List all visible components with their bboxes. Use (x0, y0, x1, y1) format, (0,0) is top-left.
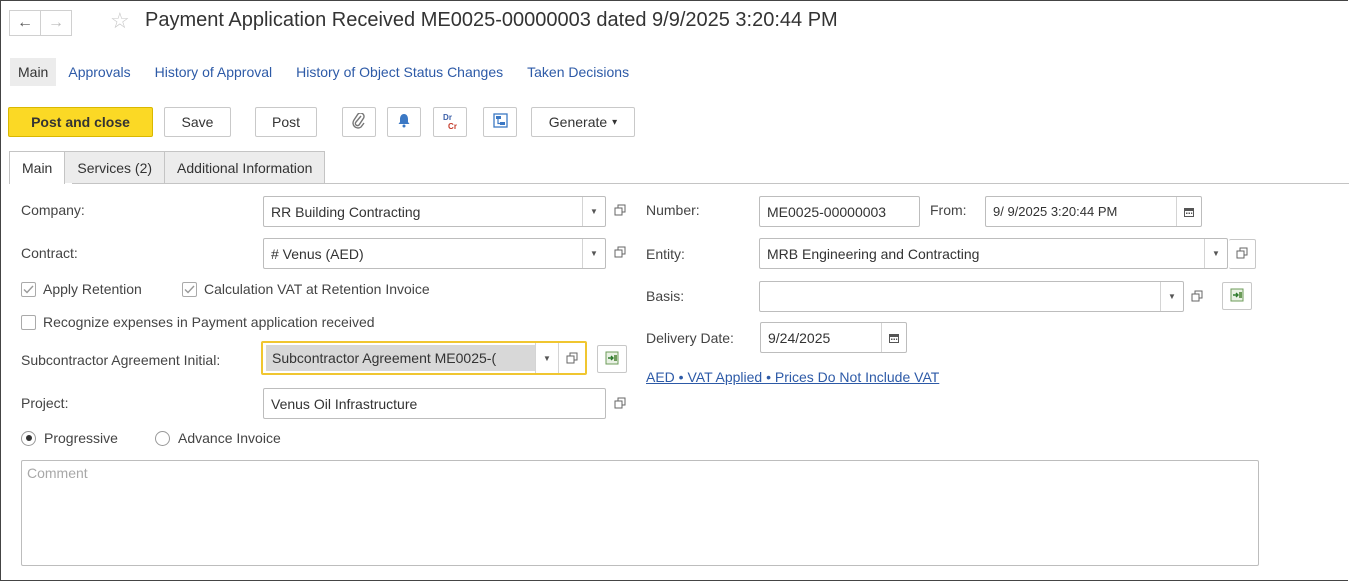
subcontractor-agreement-value: Subcontractor Agreement ME0025-( (266, 345, 535, 371)
dr-label: Dr (443, 113, 452, 122)
dropdown-arrow-icon[interactable]: ▼ (582, 239, 605, 268)
advance-invoice-label: Advance Invoice (178, 430, 281, 446)
checkmark-icon (21, 281, 36, 297)
company-field[interactable]: RR Building Contracting ▼ (263, 196, 606, 227)
progressive-radio[interactable]: Progressive (21, 430, 118, 446)
select-basis-button[interactable] (1222, 282, 1252, 310)
contract-value: # Venus (AED) (271, 245, 364, 262)
dropdown-arrow-icon[interactable]: ▼ (1204, 239, 1227, 268)
paperclip-icon (352, 111, 366, 132)
from-date-field[interactable]: 9/ 9/2025 3:20:44 PM (985, 196, 1202, 227)
delivery-date-value: 9/24/2025 (768, 329, 831, 346)
nav-history-status-changes[interactable]: History of Object Status Changes (296, 64, 503, 80)
nav-history-of-approval[interactable]: History of Approval (155, 64, 273, 80)
project-field[interactable]: Venus Oil Infrastructure (263, 388, 606, 419)
open-icon[interactable] (613, 396, 627, 410)
checkmark-icon (182, 281, 197, 297)
advance-invoice-radio[interactable]: Advance Invoice (155, 430, 281, 446)
calendar-icon[interactable] (1176, 197, 1201, 226)
project-value: Venus Oil Infrastructure (271, 395, 418, 412)
post-and-close-button[interactable]: Post and close (8, 107, 153, 137)
generate-button[interactable]: Generate ▾ (531, 107, 635, 137)
contract-label: Contract: (21, 245, 78, 261)
bell-icon (397, 113, 411, 131)
calculation-vat-label: Calculation VAT at Retention Invoice (204, 281, 430, 297)
project-label: Project: (21, 395, 69, 411)
forward-arrow-icon: → (48, 14, 64, 31)
checkbox-box (21, 314, 36, 330)
section-nav: Main Approvals History of Approval Histo… (10, 58, 641, 86)
number-label: Number: (646, 202, 700, 218)
save-button[interactable]: Save (164, 107, 231, 137)
vat-settings-link[interactable]: AED • VAT Applied • Prices Do Not Includ… (646, 369, 939, 385)
tab-services[interactable]: Services (2) (64, 151, 166, 183)
open-icon (1236, 246, 1248, 262)
open-icon[interactable] (1190, 289, 1204, 303)
tab-divider (72, 183, 1349, 184)
select-from-list-icon (1230, 288, 1244, 305)
back-arrow-icon: ← (17, 14, 33, 31)
delivery-date-field[interactable]: 9/24/2025 (760, 322, 907, 353)
nav-taken-decisions[interactable]: Taken Decisions (527, 64, 629, 80)
nav-approvals[interactable]: Approvals (68, 64, 130, 80)
dropdown-arrow-icon[interactable]: ▼ (1160, 282, 1183, 311)
basis-field[interactable]: ▼ (759, 281, 1184, 312)
tab-additional-information[interactable]: Additional Information (164, 151, 326, 183)
entity-label: Entity: (646, 246, 685, 262)
entity-value: MRB Engineering and Contracting (767, 245, 980, 262)
basis-label: Basis: (646, 288, 685, 304)
open-icon[interactable] (558, 343, 585, 373)
open-icon[interactable] (613, 203, 627, 217)
apply-retention-checkbox[interactable]: Apply Retention (21, 281, 142, 297)
select-agreement-button[interactable] (597, 345, 627, 373)
company-label: Company: (21, 202, 85, 218)
generate-label: Generate (548, 114, 608, 130)
cr-label: Cr (448, 122, 457, 131)
calculation-vat-checkbox[interactable]: Calculation VAT at Retention Invoice (182, 281, 430, 297)
progressive-label: Progressive (44, 430, 118, 446)
dropdown-arrow-icon[interactable]: ▼ (535, 343, 558, 373)
dr-cr-icon: Dr Cr (443, 113, 457, 131)
structure-icon (492, 113, 508, 131)
delivery-date-label: Delivery Date: (646, 330, 734, 346)
dr-cr-button[interactable]: Dr Cr (433, 107, 467, 137)
select-from-list-icon (605, 351, 619, 368)
from-date-value: 9/ 9/2025 3:20:44 PM (993, 204, 1118, 219)
chevron-down-icon: ▾ (612, 116, 618, 128)
subcontractor-agreement-field[interactable]: Subcontractor Agreement ME0025-( ▼ (261, 341, 587, 375)
from-label: From: (930, 202, 967, 218)
star-icon[interactable]: ☆ (110, 8, 130, 34)
page-title: Payment Application Received ME0025-0000… (145, 9, 838, 31)
recognize-expenses-checkbox[interactable]: Recognize expenses in Payment applicatio… (21, 314, 375, 330)
company-value: RR Building Contracting (271, 203, 421, 220)
number-value: ME0025-00000003 (767, 203, 887, 220)
forward-button[interactable]: → (40, 10, 72, 36)
dropdown-arrow-icon[interactable]: ▼ (582, 197, 605, 226)
back-button[interactable]: ← (9, 10, 41, 36)
reminder-button[interactable] (387, 107, 421, 137)
contract-field[interactable]: # Venus (AED) ▼ (263, 238, 606, 269)
radio-selected (21, 430, 36, 446)
tab-bar: Main Services (2) Additional Information (9, 151, 326, 184)
apply-retention-label: Apply Retention (43, 281, 142, 297)
calendar-icon[interactable] (881, 323, 906, 352)
radio-unselected (155, 430, 170, 446)
entity-field[interactable]: MRB Engineering and Contracting ▼ (759, 238, 1228, 269)
comment-textarea[interactable] (21, 460, 1259, 566)
attach-button[interactable] (342, 107, 376, 137)
entity-open-button[interactable] (1229, 239, 1256, 269)
post-button[interactable]: Post (255, 107, 317, 137)
number-field[interactable]: ME0025-00000003 (759, 196, 920, 227)
structure-button[interactable] (483, 107, 517, 137)
tab-main[interactable]: Main (9, 151, 66, 184)
open-icon[interactable] (613, 245, 627, 259)
subcontractor-agreement-label: Subcontractor Agreement Initial: (21, 352, 221, 368)
nav-main[interactable]: Main (10, 58, 57, 86)
recognize-expenses-label: Recognize expenses in Payment applicatio… (43, 314, 375, 330)
